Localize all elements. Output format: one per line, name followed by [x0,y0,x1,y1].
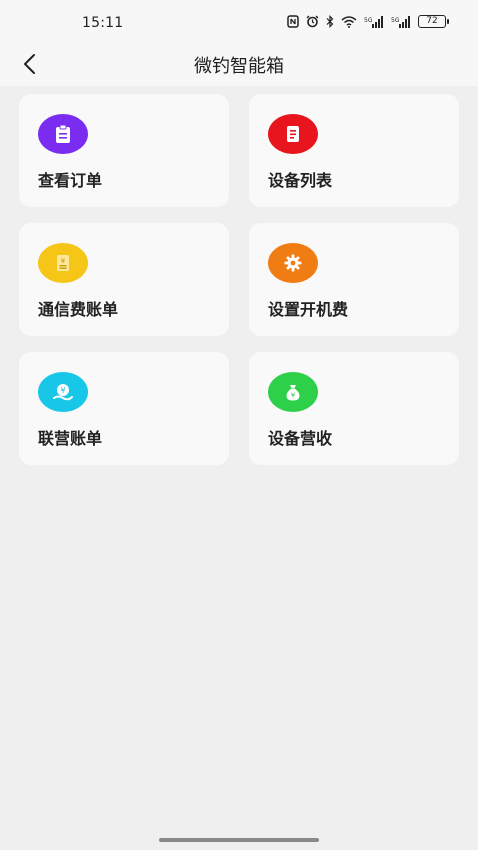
svg-text:¥: ¥ [291,392,296,400]
menu-icon-bg [268,243,318,283]
menu-icon-bg: ¥ [38,243,88,283]
menu-card-device-revenue[interactable]: ¥ 设备营收 [249,352,459,465]
home-indicator[interactable] [159,838,319,842]
clipboard-icon [56,124,70,143]
gear-icon [284,254,302,272]
menu-grid: 查看订单 设备列表 ¥ 通信费账单 设置开机费 ¥ 联营账单 ¥ 设备营收 [19,94,459,465]
svg-text:¥: ¥ [61,257,66,265]
menu-label: 设备列表 [268,171,333,190]
alarm-icon [306,15,319,28]
svg-text:5G: 5G [364,17,373,24]
svg-text:¥: ¥ [60,386,65,395]
svg-text:5G: 5G [391,17,400,24]
nfc-icon [287,15,299,28]
status-time: 15:11 [82,15,124,31]
page-title: 微钓智能箱 [194,56,284,77]
menu-icon-bg [38,114,88,154]
wifi-icon [341,15,357,28]
menu-label: 设备营收 [268,429,333,448]
menu-icon-bg: ¥ [38,372,88,412]
menu-label: 联营账单 [38,429,103,448]
status-icons: 5G 5G 72 [287,15,449,28]
menu-icon-bg: ¥ [268,372,318,412]
bill-icon: ¥ [57,255,69,271]
menu-card-device-list[interactable]: 设备列表 [249,94,459,207]
menu-label: 查看订单 [38,171,103,190]
header: 微钓智能箱 [0,44,478,86]
menu-label: 设置开机费 [268,300,349,319]
menu-icon-bg [268,114,318,154]
menu-card-joint-bill[interactable]: ¥ 联营账单 [19,352,229,465]
menu-card-set-startup-fee[interactable]: 设置开机费 [249,223,459,336]
document-list-icon [287,126,299,142]
status-bar: 15:11 5G 5G 72 [0,0,478,44]
menu-card-comm-fee-bill[interactable]: ¥ 通信费账单 [19,223,229,336]
screen: 15:11 5G 5G 72 微钓智能箱 查看订单 设备列表 ¥ 通信费账单 设… [0,0,478,850]
money-bag-icon: ¥ [286,385,300,401]
top-area: 15:11 5G 5G 72 微钓智能箱 [0,0,478,86]
yuan-hand-icon: ¥ [53,384,73,401]
signal-icon: 5G [364,15,384,28]
menu-label: 通信费账单 [38,300,119,319]
battery-icon: 72 [418,15,449,28]
signal-icon: 5G [391,15,411,28]
bluetooth-icon [326,15,334,28]
menu-card-view-orders[interactable]: 查看订单 [19,94,229,207]
